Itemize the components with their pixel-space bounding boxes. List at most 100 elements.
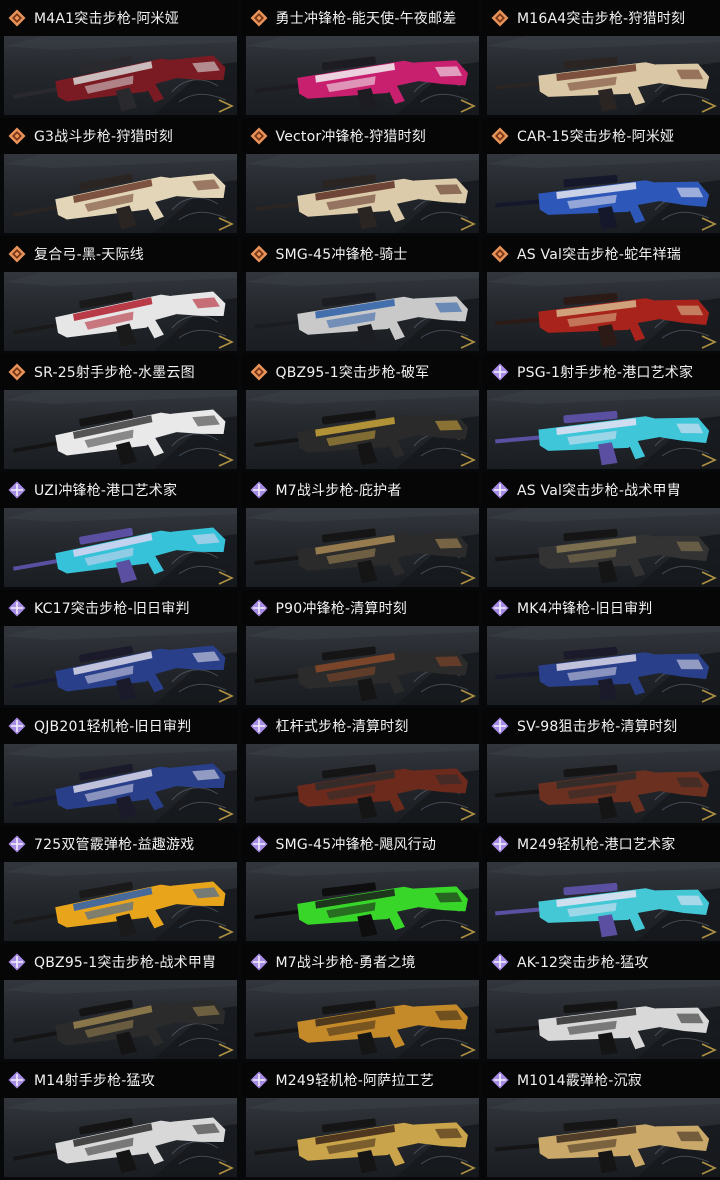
skin-card[interactable]: M1014霰弹枪-沉寂 — [483, 1062, 720, 1180]
weapon-preview — [4, 980, 237, 1059]
skin-card[interactable]: AS Val突击步枪-战术甲胄 — [483, 472, 720, 590]
skin-card[interactable]: PSG-1射手步枪-港口艺术家 — [483, 354, 720, 472]
weapon-image — [253, 646, 468, 702]
weapon-image — [495, 882, 710, 938]
skin-title: SR-25射手步枪-水墨云图 — [34, 365, 195, 381]
skin-title-bar: QBZ95-1突击步枪-战术甲胄 — [0, 944, 237, 980]
skin-card[interactable]: SMG-45冲锋枪-飓风行动 — [241, 826, 479, 944]
skin-card[interactable]: 复合弓-黑-天际线 — [0, 236, 237, 354]
skin-card[interactable]: SV-98狙击步枪-清算时刻 — [483, 708, 720, 826]
skin-title-bar: M1014霰弹枪-沉寂 — [483, 1062, 720, 1098]
gem-icon — [8, 717, 26, 735]
weapon-preview — [487, 744, 720, 823]
skin-title: 勇士冲锋枪-能天使-午夜邮差 — [275, 11, 457, 27]
weapon-image — [253, 1000, 468, 1056]
weapon-image — [495, 410, 710, 466]
weapon-preview — [245, 980, 479, 1059]
skin-card[interactable]: QBZ95-1突击步枪-战术甲胄 — [0, 944, 237, 1062]
skin-card[interactable]: 勇士冲锋枪-能天使-午夜邮差 — [241, 0, 479, 118]
weapon-preview — [245, 508, 479, 587]
skin-card[interactable]: SR-25射手步枪-水墨云图 — [0, 354, 237, 472]
skin-title: M16A4突击步枪-狩猎时刻 — [517, 11, 686, 27]
diamond-icon — [8, 127, 26, 145]
skin-title-bar: QJB201轻机枪-旧日审判 — [0, 708, 237, 744]
weapon-preview — [487, 626, 720, 705]
weapon-preview — [4, 626, 237, 705]
weapon-image — [12, 881, 226, 938]
skin-title: MK4冲锋枪-旧日审判 — [517, 601, 653, 617]
skin-card[interactable]: P90冲锋枪-清算时刻 — [241, 590, 479, 708]
skin-card[interactable]: CAR-15突击步枪-阿米娅 — [483, 118, 720, 236]
skin-card[interactable]: M7战斗步枪-庇护者 — [241, 472, 479, 590]
weapon-preview — [487, 508, 720, 587]
skin-title: M249轻机枪-阿萨拉工艺 — [275, 1073, 434, 1089]
skin-title: M14射手步枪-猛攻 — [34, 1073, 155, 1089]
skin-title-bar: QBZ95-1突击步枪-破军 — [241, 354, 479, 390]
skin-card[interactable]: M14射手步枪-猛攻 — [0, 1062, 237, 1180]
skin-card[interactable]: Vector冲锋枪-狩猎时刻 — [241, 118, 479, 236]
skin-card[interactable]: QBZ95-1突击步枪-破军 — [241, 354, 479, 472]
skin-card[interactable]: M249轻机枪-阿萨拉工艺 — [241, 1062, 479, 1180]
skin-title-bar: 复合弓-黑-天际线 — [0, 236, 237, 272]
skin-title-bar: MK4冲锋枪-旧日审判 — [483, 590, 720, 626]
gem-icon — [250, 717, 267, 735]
weapon-image — [495, 56, 710, 112]
skin-title-bar: AK-12突击步枪-猛攻 — [483, 944, 720, 980]
skin-card[interactable]: AK-12突击步枪-猛攻 — [483, 944, 720, 1062]
weapon-image — [253, 764, 468, 820]
weapon-preview — [245, 744, 479, 823]
gem-icon — [491, 363, 509, 381]
gem-icon — [250, 1071, 267, 1089]
skin-card[interactable]: 725双管霰弹枪-益趣游戏 — [0, 826, 237, 944]
skin-card[interactable]: M16A4突击步枪-狩猎时刻 — [483, 0, 720, 118]
skin-title: AS Val突击步枪-蛇年祥瑞 — [517, 247, 681, 263]
skin-title-bar: SMG-45冲锋枪-骑士 — [241, 236, 479, 272]
skin-card[interactable]: UZI冲锋枪-港口艺术家 — [0, 472, 237, 590]
skin-title: QBZ95-1突击步枪-破军 — [275, 365, 430, 381]
gem-icon — [250, 835, 267, 853]
weapon-image — [495, 292, 710, 348]
weapon-preview — [4, 744, 237, 823]
weapon-preview — [4, 390, 237, 469]
skin-title: P90冲锋枪-清算时刻 — [275, 601, 408, 617]
skin-card[interactable]: KC17突击步枪-旧日审判 — [0, 590, 237, 708]
weapon-preview — [4, 272, 237, 351]
weapon-preview — [245, 154, 479, 233]
skin-title: CAR-15突击步枪-阿米娅 — [517, 129, 675, 145]
skin-card[interactable]: M4A1突击步枪-阿米娅 — [0, 0, 237, 118]
skin-title-bar: AS Val突击步枪-蛇年祥瑞 — [483, 236, 720, 272]
skin-card[interactable]: M7战斗步枪-勇者之境 — [241, 944, 479, 1062]
skin-title-bar: M4A1突击步枪-阿米娅 — [0, 0, 237, 36]
gem-icon — [250, 599, 267, 617]
skin-card[interactable]: MK4冲锋枪-旧日审判 — [483, 590, 720, 708]
weapon-image — [495, 1000, 710, 1056]
weapon-preview — [245, 862, 479, 941]
skin-title-bar: SMG-45冲锋枪-飓风行动 — [241, 826, 479, 862]
skin-card[interactable]: AS Val突击步枪-蛇年祥瑞 — [483, 236, 720, 354]
diamond-icon — [8, 363, 26, 381]
weapon-preview — [4, 508, 237, 587]
gem-icon — [491, 953, 509, 971]
skin-card[interactable]: QJB201轻机枪-旧日审判 — [0, 708, 237, 826]
skin-title: QBZ95-1突击步枪-战术甲胄 — [34, 955, 217, 971]
skin-title: SMG-45冲锋枪-骑士 — [275, 247, 408, 263]
weapon-preview — [245, 1098, 479, 1177]
weapon-preview — [487, 390, 720, 469]
skin-card[interactable]: SMG-45冲锋枪-骑士 — [241, 236, 479, 354]
skin-title: 杠杆式步枪-清算时刻 — [275, 719, 409, 735]
skin-card[interactable]: G3战斗步枪-狩猎时刻 — [0, 118, 237, 236]
gem-icon — [491, 1071, 509, 1089]
skin-card[interactable]: M249轻机枪-港口艺术家 — [483, 826, 720, 944]
weapon-preview — [4, 1098, 237, 1177]
skin-title-bar: SV-98狙击步枪-清算时刻 — [483, 708, 720, 744]
weapon-preview — [487, 272, 720, 351]
weapon-image — [12, 527, 226, 584]
weapon-preview — [487, 1098, 720, 1177]
diamond-icon — [250, 9, 267, 27]
weapon-image — [253, 882, 468, 938]
gem-icon — [491, 835, 509, 853]
weapon-preview — [245, 626, 479, 705]
weapon-image — [12, 291, 226, 348]
skin-card[interactable]: 杠杆式步枪-清算时刻 — [241, 708, 479, 826]
gem-icon — [8, 835, 26, 853]
